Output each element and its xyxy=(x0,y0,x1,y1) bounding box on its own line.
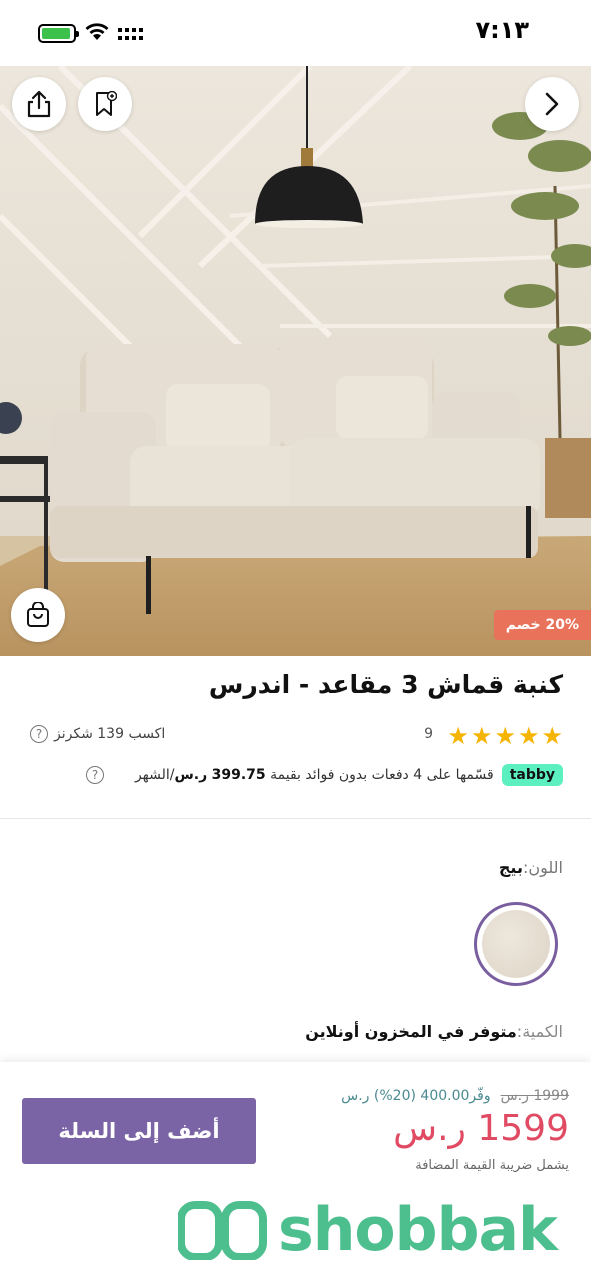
vat-note: يشمل ضريبة القيمة المضافة xyxy=(415,1158,569,1173)
points-text: اكسب 139 شكرنز xyxy=(54,726,166,742)
loyalty-points: ? اكسب 139 شكرنز xyxy=(30,725,165,743)
divider xyxy=(0,818,591,819)
tabby-help-icon[interactable]: ? xyxy=(86,766,104,784)
share-icon xyxy=(27,90,51,118)
tabby-amount: 399.75 xyxy=(211,767,266,783)
discount-badge: 20% خصم xyxy=(493,610,591,640)
swatch-fill xyxy=(482,910,550,978)
sofa-photo xyxy=(0,66,591,656)
qty-value: متوفر في المخزون أونلاين xyxy=(305,1022,517,1041)
availability: الكمية:متوفر في المخزون أونلاين xyxy=(305,1022,563,1041)
tabby-logo: tabby xyxy=(501,764,563,786)
qty-label: الكمية: xyxy=(516,1022,563,1041)
watermark-text: shobbak xyxy=(278,1195,558,1265)
question-circle-icon[interactable]: ? xyxy=(30,725,48,743)
shobbak-watermark: shobbak xyxy=(178,1195,558,1265)
status-bar: ٧:١٣ xyxy=(0,0,591,66)
price-comparison: 1999 ر.س وفّر400.00 (20%) ر.س xyxy=(341,1088,569,1104)
tabby-installments[interactable]: tabby قسّمها على 4 دفعات بدون فوائد بقيم… xyxy=(86,764,563,786)
battery-icon xyxy=(38,24,79,43)
current-price: 1599 ر.س xyxy=(393,1108,569,1149)
share-button[interactable] xyxy=(12,77,66,131)
star-icon: ★ xyxy=(494,722,516,750)
color-value: بيج xyxy=(498,858,523,877)
rating-stars[interactable]: ★ ★ ★ ★ ★ xyxy=(447,724,563,748)
status-time: ٧:١٣ xyxy=(475,16,529,44)
color-selector-label: اللون:بيج xyxy=(499,858,563,877)
shopping-bag-icon xyxy=(27,602,49,627)
star-icon: ★ xyxy=(541,722,563,750)
star-icon: ★ xyxy=(470,722,493,750)
signal-icon xyxy=(118,28,143,40)
old-price: 1999 ر.س xyxy=(500,1088,569,1104)
star-icon: ★ xyxy=(447,722,469,750)
add-to-cart-button[interactable]: أضف إلى السلة xyxy=(22,1098,256,1164)
save-to-list-button[interactable] xyxy=(78,77,132,131)
color-swatch-beige[interactable] xyxy=(474,902,558,986)
savings: وفّر400.00 (20%) ر.س xyxy=(341,1088,491,1104)
tabby-text: قسّمها على 4 دفعات بدون فوائد بقيمة 399.… xyxy=(135,767,494,783)
color-label: اللون: xyxy=(522,858,563,877)
tabby-description: قسّمها على 4 دفعات بدون فوائد بقيمة xyxy=(270,767,494,783)
star-icon: ★ xyxy=(517,722,540,750)
view-cart-button[interactable] xyxy=(11,588,65,642)
wifi-icon xyxy=(85,23,109,40)
bookmark-icon xyxy=(96,91,117,116)
tabby-period: /الشهر xyxy=(134,767,175,783)
review-count[interactable]: 9 xyxy=(424,726,433,742)
tabby-currency: ر.س xyxy=(174,767,208,783)
shobbak-logo-icon xyxy=(178,1201,267,1260)
chevron-right-icon xyxy=(545,92,559,116)
next-image-button[interactable] xyxy=(525,77,579,131)
product-title: كنبة قماش 3 مقاعد - اندرس xyxy=(208,670,563,699)
product-image[interactable]: 20% خصم xyxy=(0,66,591,656)
